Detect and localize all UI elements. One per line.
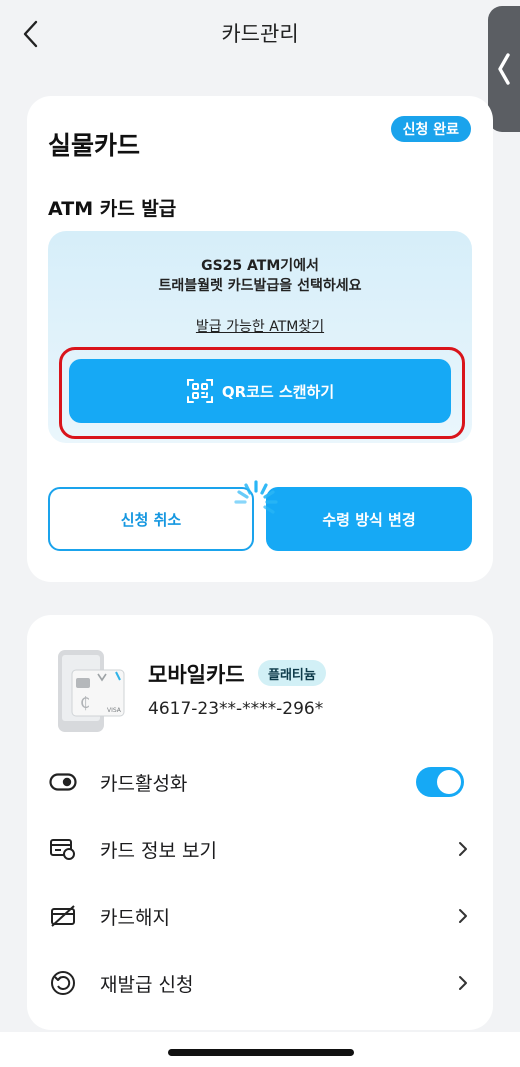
svg-text:VISA: VISA <box>107 707 122 714</box>
chevron-right-icon <box>454 840 472 858</box>
mobile-card-name: 모바일카드 <box>148 663 245 687</box>
find-atm-link[interactable]: 발급 가능한 ATM찾기 <box>48 316 472 336</box>
atm-instruction-line1: GS25 ATM기에서 <box>201 258 319 274</box>
svg-text:₵: ₵ <box>80 693 90 712</box>
qr-scan-label: QR코드 스캔하기 <box>221 382 335 401</box>
chevron-left-icon <box>498 53 510 85</box>
toggle-knob <box>437 770 461 794</box>
change-delivery-method-button[interactable]: 수령 방식 변경 <box>266 487 472 551</box>
mobile-card-thumbnail: ₵ VISA <box>58 650 125 732</box>
home-indicator[interactable] <box>168 1049 354 1056</box>
reissue-icon <box>48 968 78 998</box>
chevron-right-icon <box>454 974 472 992</box>
side-panel-handle[interactable] <box>488 6 520 132</box>
find-atm-link-label: 발급 가능한 ATM찾기 <box>195 319 325 335</box>
qr-scan-button[interactable]: QR코드 스캔하기 <box>69 359 451 423</box>
atm-section-title: ATM 카드 발급 <box>48 198 177 220</box>
toggle-icon <box>48 767 78 797</box>
card-number: 4617-23**-****-296* <box>148 699 324 719</box>
cancel-application-button[interactable]: 신청 취소 <box>48 487 254 551</box>
menu-item-reissue[interactable]: 재발급 신청 <box>48 960 472 1006</box>
menu-item-card-activation: 카드활성화 <box>48 759 472 805</box>
menu-label: 카드해지 <box>100 906 170 929</box>
menu-label: 카드 정보 보기 <box>100 839 217 862</box>
loading-spinner-icon <box>234 480 278 514</box>
menu-item-card-cancel[interactable]: 카드해지 <box>48 893 472 939</box>
mobile-card-panel: ₵ VISA 모바일카드 플래티늄 4617-23**-****-296* 카드… <box>27 615 493 1030</box>
card-info-icon <box>48 834 78 864</box>
card-activation-toggle[interactable] <box>416 767 464 797</box>
atm-instruction-line2: 트래블월렛 카드발급을 선택하세요 <box>158 278 362 294</box>
header: 카드관리 <box>0 0 520 66</box>
qr-scan-icon <box>186 379 213 403</box>
section-title-physical-card: 실물카드 <box>48 131 141 160</box>
card-cancel-icon <box>48 901 78 931</box>
chevron-right-icon <box>454 907 472 925</box>
menu-label: 재발급 신청 <box>100 973 194 996</box>
menu-item-card-info[interactable]: 카드 정보 보기 <box>48 826 472 872</box>
card-tier-badge: 플래티늄 <box>258 660 326 686</box>
status-badge: 신청 완료 <box>390 116 471 142</box>
page-title: 카드관리 <box>221 22 299 46</box>
